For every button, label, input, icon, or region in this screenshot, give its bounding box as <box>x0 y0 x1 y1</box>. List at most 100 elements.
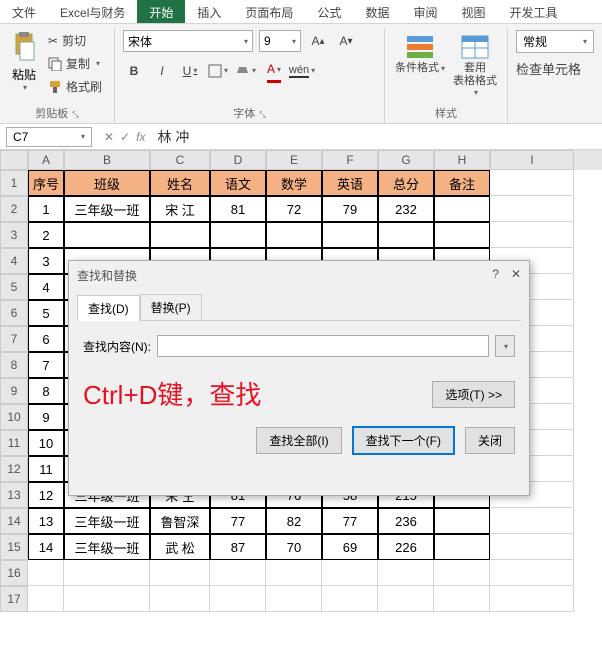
col-header[interactable]: C <box>150 150 210 170</box>
tab-layout[interactable]: 页面布局 <box>233 0 305 23</box>
cell[interactable]: 序号 <box>28 170 64 196</box>
cell[interactable]: 姓名 <box>150 170 210 196</box>
row-header[interactable]: 10 <box>0 404 28 430</box>
cell[interactable]: 11 <box>28 456 64 482</box>
cut-button[interactable]: ✂剪切 <box>44 30 106 51</box>
tab-view[interactable]: 视图 <box>449 0 497 23</box>
row-header[interactable]: 16 <box>0 560 28 586</box>
find-tab[interactable]: 查找(D) <box>77 295 140 321</box>
font-name-combo[interactable]: 宋体▾ <box>123 30 253 52</box>
cell[interactable] <box>378 222 434 248</box>
cell[interactable] <box>490 170 574 196</box>
find-input[interactable] <box>157 335 489 357</box>
confirm-formula-icon[interactable]: ✓ <box>120 130 130 144</box>
name-box[interactable]: C7▾ <box>6 127 92 147</box>
row-header[interactable]: 13 <box>0 482 28 508</box>
row-header[interactable]: 12 <box>0 456 28 482</box>
find-next-button[interactable]: 查找下一个(F) <box>352 426 455 455</box>
tab-data[interactable]: 数据 <box>353 0 401 23</box>
cell[interactable]: 81 <box>210 196 266 222</box>
decrease-font-button[interactable]: A▾ <box>335 30 357 52</box>
cell[interactable] <box>210 222 266 248</box>
row-header[interactable]: 17 <box>0 586 28 612</box>
col-header[interactable]: D <box>210 150 266 170</box>
cell[interactable] <box>266 560 322 586</box>
col-header[interactable]: A <box>28 150 64 170</box>
phonetic-button[interactable]: wén▾ <box>291 60 313 82</box>
cell[interactable]: 5 <box>28 300 64 326</box>
cell[interactable]: 班级 <box>64 170 150 196</box>
close-icon[interactable]: ✕ <box>511 267 521 284</box>
row-header[interactable]: 5 <box>0 274 28 300</box>
cell[interactable] <box>210 586 266 612</box>
cell[interactable]: 6 <box>28 326 64 352</box>
font-size-combo[interactable]: 9▾ <box>259 30 301 52</box>
cell[interactable] <box>378 560 434 586</box>
row-header[interactable]: 9 <box>0 378 28 404</box>
row-header[interactable]: 6 <box>0 300 28 326</box>
cell[interactable]: 9 <box>28 404 64 430</box>
row-header[interactable]: 8 <box>0 352 28 378</box>
table-format-button[interactable]: 套用 表格格式▾ <box>451 30 499 99</box>
cell[interactable] <box>490 534 574 560</box>
cell[interactable]: 武 松 <box>150 534 210 560</box>
cell[interactable] <box>28 586 64 612</box>
tab-formula[interactable]: 公式 <box>305 0 353 23</box>
tab-start[interactable]: 开始 <box>137 0 185 23</box>
tab-dev[interactable]: 开发工具 <box>497 0 569 23</box>
cell[interactable]: 8 <box>28 378 64 404</box>
bold-button[interactable]: B <box>123 60 145 82</box>
underline-button[interactable]: U▾ <box>179 60 201 82</box>
close-button[interactable]: 关闭 <box>465 427 515 454</box>
font-color-button[interactable]: A▾ <box>263 58 285 80</box>
cell[interactable]: 226 <box>378 534 434 560</box>
cell[interactable]: 备注 <box>434 170 490 196</box>
row-header[interactable]: 1 <box>0 170 28 196</box>
border-button[interactable]: ▾ <box>207 60 229 82</box>
row-header[interactable]: 7 <box>0 326 28 352</box>
cell[interactable] <box>490 586 574 612</box>
col-header[interactable]: F <box>322 150 378 170</box>
col-header[interactable]: B <box>64 150 150 170</box>
cell[interactable]: 三年级一班 <box>64 534 150 560</box>
cell[interactable] <box>490 560 574 586</box>
formula-bar[interactable]: 林 冲 <box>151 125 602 149</box>
fx-icon[interactable]: fx <box>136 130 145 144</box>
row-header[interactable]: 2 <box>0 196 28 222</box>
cell[interactable] <box>434 508 490 534</box>
row-header[interactable]: 11 <box>0 430 28 456</box>
help-icon[interactable]: ? <box>492 267 499 284</box>
cell[interactable] <box>434 586 490 612</box>
cell[interactable] <box>434 560 490 586</box>
cell[interactable] <box>434 196 490 222</box>
cell[interactable] <box>150 560 210 586</box>
options-button[interactable]: 选项(T) >> <box>432 381 515 408</box>
cell[interactable]: 77 <box>322 508 378 534</box>
cell[interactable] <box>266 222 322 248</box>
cell[interactable] <box>434 222 490 248</box>
col-header[interactable]: I <box>490 150 574 170</box>
cell[interactable]: 总分 <box>378 170 434 196</box>
cancel-formula-icon[interactable]: ✕ <box>104 130 114 144</box>
number-format-combo[interactable]: 常规▾ <box>516 30 594 53</box>
cell[interactable] <box>378 586 434 612</box>
find-dropdown-button[interactable]: ▾ <box>495 335 515 357</box>
cell[interactable]: 232 <box>378 196 434 222</box>
cell[interactable] <box>490 508 574 534</box>
fill-color-button[interactable]: ▾ <box>235 60 257 82</box>
cell[interactable] <box>322 560 378 586</box>
cell[interactable]: 三年级一班 <box>64 508 150 534</box>
cell[interactable]: 1 <box>28 196 64 222</box>
cell[interactable]: 鲁智深 <box>150 508 210 534</box>
cell[interactable] <box>28 560 64 586</box>
tab-file[interactable]: 文件 <box>0 0 48 23</box>
cell[interactable]: 4 <box>28 274 64 300</box>
find-all-button[interactable]: 查找全部(I) <box>256 427 341 454</box>
cell[interactable] <box>490 222 574 248</box>
row-header[interactable]: 15 <box>0 534 28 560</box>
tab-insert[interactable]: 插入 <box>185 0 233 23</box>
col-header[interactable]: E <box>266 150 322 170</box>
cell[interactable] <box>322 586 378 612</box>
cell[interactable] <box>490 196 574 222</box>
replace-tab[interactable]: 替换(P) <box>140 294 202 320</box>
